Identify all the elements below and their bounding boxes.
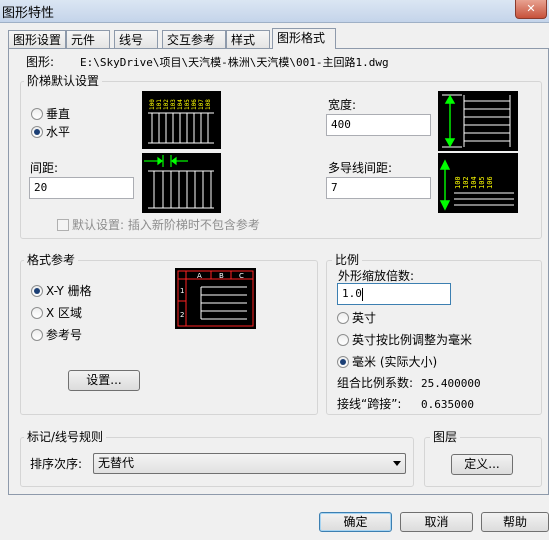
xy-grid-preview: A B C 1 2 xyxy=(175,268,256,329)
inch-to-mm-radio[interactable] xyxy=(337,334,349,346)
vertical-radio[interactable] xyxy=(31,108,43,120)
width-graphic xyxy=(442,94,511,148)
horizontal-ladder-preview: 100 101 102 103 104 105 106 107 108 xyxy=(142,91,221,149)
horizontal-label: 水平 xyxy=(46,125,71,139)
grid-col-label: C xyxy=(239,272,244,280)
sort-order-select[interactable]: 无替代 xyxy=(93,453,406,474)
cancel-button[interactable]: 取消 xyxy=(400,512,473,532)
drawing-label: 图形: xyxy=(26,55,55,69)
ladder-number: 101 xyxy=(156,99,163,110)
ladder-number: 103 xyxy=(170,99,177,110)
format-settings-button[interactable]: 设置... xyxy=(68,370,140,391)
reference-number-radio[interactable] xyxy=(31,329,43,341)
tab-components[interactable]: 元件 xyxy=(66,30,110,48)
tab-styles[interactable]: 样式 xyxy=(226,30,270,48)
xy-grid-graphic: A B C 1 2 xyxy=(177,270,254,327)
grid-col-label: A xyxy=(197,272,202,280)
multiwire-number: 106 xyxy=(486,176,494,189)
chevron-down-icon xyxy=(393,461,401,466)
multiwire-graphic: 100 102 104 105 106 xyxy=(439,159,514,211)
multiwire-number: 104 xyxy=(470,176,478,189)
jumper-label: 接线“跨接”: xyxy=(337,397,402,411)
spacing-graphic xyxy=(144,155,214,209)
tag-rules-title: 标记/线号规则 xyxy=(24,430,107,444)
tab-wire-numbers[interactable]: 线号 xyxy=(114,30,158,48)
spacing-label: 间距: xyxy=(30,161,59,175)
scale-title: 比例 xyxy=(332,253,363,267)
tab-cross-reference[interactable]: 交互参考 xyxy=(162,30,226,48)
xy-grid-radio[interactable] xyxy=(31,285,43,297)
width-label: 宽度: xyxy=(328,98,357,112)
width-preview xyxy=(438,91,518,151)
ok-button[interactable]: 确定 xyxy=(319,512,392,532)
text-caret xyxy=(361,287,363,301)
inch-radio[interactable] xyxy=(337,312,349,324)
title-bar: 图形特性 ✕ xyxy=(0,0,549,23)
multiwire-number: 102 xyxy=(462,176,470,189)
default-no-reference-label: 默认设置: 插入新阶梯时不包含参考 xyxy=(72,218,260,232)
jumper-value: 0.635000 xyxy=(421,398,474,411)
feature-scale-label: 外形缩放倍数: xyxy=(338,269,415,283)
feature-scale-input[interactable]: 1.0 xyxy=(337,283,451,305)
lt-scale-value: 25.400000 xyxy=(421,377,481,390)
horizontal-radio[interactable] xyxy=(31,126,43,138)
grid-col-label: B xyxy=(219,272,224,280)
horizontal-ladder-graphic: 100 101 102 103 104 105 106 107 108 xyxy=(148,99,214,144)
ladder-number: 106 xyxy=(191,99,198,110)
x-zone-label: X 区域 xyxy=(46,306,83,320)
inch-to-mm-label: 英寸按比例调整为毫米 xyxy=(352,333,473,347)
x-zone-radio[interactable] xyxy=(31,307,43,319)
width-input[interactable]: 400 xyxy=(326,114,431,136)
multiwire-number: 100 xyxy=(454,176,462,189)
sort-order-value: 无替代 xyxy=(98,456,135,470)
define-layers-button[interactable]: 定义... xyxy=(451,454,513,475)
xy-grid-label: X-Y 栅格 xyxy=(46,284,92,298)
mm-label: 毫米 (实际大小) xyxy=(352,355,438,369)
help-button[interactable]: 帮助 xyxy=(481,512,549,532)
ladder-defaults-title: 阶梯默认设置 xyxy=(24,74,103,88)
reference-number-label: 参考号 xyxy=(46,328,83,342)
ladder-number: 100 xyxy=(149,99,156,110)
feature-scale-value: 1.0 xyxy=(342,287,362,300)
multiwire-spacing-input[interactable]: 7 xyxy=(326,177,431,199)
multiwire-spacing-label: 多导线间距: xyxy=(328,161,393,175)
close-button[interactable]: ✕ xyxy=(515,0,547,19)
layers-title: 图层 xyxy=(430,430,461,444)
default-no-reference-checkbox[interactable] xyxy=(57,219,69,231)
tab-drawing-format[interactable]: 图形格式 xyxy=(272,28,336,49)
ladder-number: 104 xyxy=(177,99,184,110)
grid-row-label: 2 xyxy=(180,311,184,319)
mm-radio[interactable] xyxy=(337,356,349,368)
tab-drawing-settings[interactable]: 图形设置 xyxy=(8,30,66,48)
sort-order-label: 排序次序: xyxy=(30,457,83,471)
ladder-number: 108 xyxy=(205,99,212,110)
multiwire-preview: 100 102 104 105 106 xyxy=(438,153,518,213)
lt-scale-label: 组合比例系数: xyxy=(337,376,414,390)
spacing-preview xyxy=(142,153,221,213)
window-title: 图形特性 xyxy=(2,6,55,21)
spacing-input[interactable]: 20 xyxy=(29,177,134,199)
grid-row-label: 1 xyxy=(180,287,184,295)
ladder-number: 107 xyxy=(198,99,205,110)
inch-label: 英寸 xyxy=(352,311,377,325)
ladder-number: 102 xyxy=(163,99,170,110)
multiwire-number: 105 xyxy=(478,176,486,189)
vertical-label: 垂直 xyxy=(46,107,71,121)
ladder-number: 105 xyxy=(184,99,191,110)
drawing-path: E:\SkyDrive\项目\天汽模-株洲\天汽模\001-主回路1.dwg xyxy=(80,56,389,69)
close-icon: ✕ xyxy=(526,2,536,15)
format-reference-title: 格式参考 xyxy=(24,253,79,267)
